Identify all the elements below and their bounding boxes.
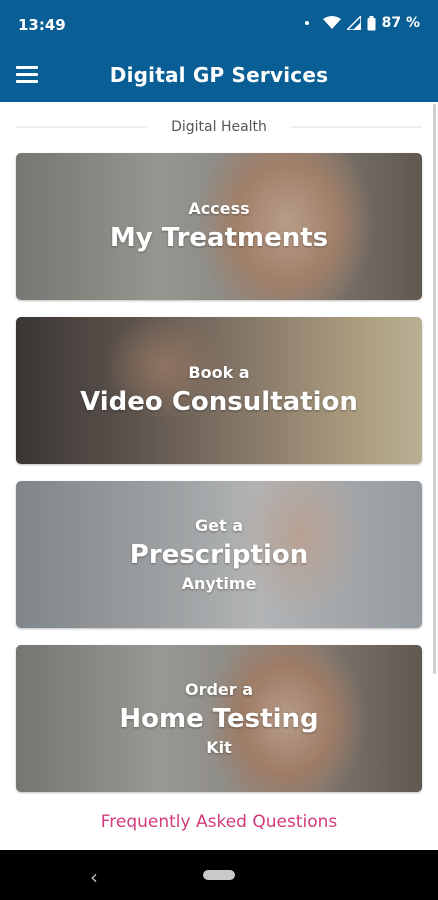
scrollbar[interactable] — [433, 104, 436, 674]
section-label: Digital Health — [171, 119, 267, 135]
back-icon[interactable]: ‹ — [90, 865, 98, 889]
app-bar: Digital GP Services — [0, 50, 438, 102]
prescription-card[interactable]: Get a Prescription Anytime — [16, 481, 422, 628]
faq-link[interactable]: Frequently Asked Questions — [0, 812, 438, 832]
notification-dot-icon — [304, 21, 309, 25]
home-pill-icon[interactable] — [203, 870, 235, 880]
card-line3: Kit — [206, 737, 232, 757]
divider-left — [16, 126, 148, 128]
battery-icon — [367, 15, 376, 30]
card-title: Video Consultation — [80, 386, 358, 417]
card-title: Prescription — [129, 539, 309, 570]
card-line1: Order a — [184, 679, 254, 699]
card-line1: Access — [188, 198, 250, 218]
card-line1: Book a — [188, 362, 250, 382]
wifi-icon — [322, 16, 341, 29]
card-line1: Get a — [195, 515, 243, 535]
my-treatments-card[interactable]: Access My Treatments — [16, 153, 422, 300]
status-time: 13:49 — [18, 16, 66, 34]
app-title: Digital GP Services — [109, 63, 329, 87]
status-icons: 87 % — [304, 15, 420, 31]
home-testing-card[interactable]: Order a Home Testing Kit — [16, 645, 422, 792]
signal-icon — [346, 16, 361, 30]
section-header: Digital Health — [16, 116, 423, 138]
card-title: Home Testing — [119, 703, 319, 734]
system-nav-bar: ‹ — [0, 850, 438, 900]
card-title: My Treatments — [109, 222, 329, 253]
battery-percent: 87 % — [381, 15, 420, 31]
status-bar: 13:49 87 % — [0, 0, 438, 50]
video-consultation-card[interactable]: Book a Video Consultation — [16, 317, 422, 464]
card-line3: Anytime — [181, 573, 257, 593]
divider-right — [290, 126, 423, 128]
